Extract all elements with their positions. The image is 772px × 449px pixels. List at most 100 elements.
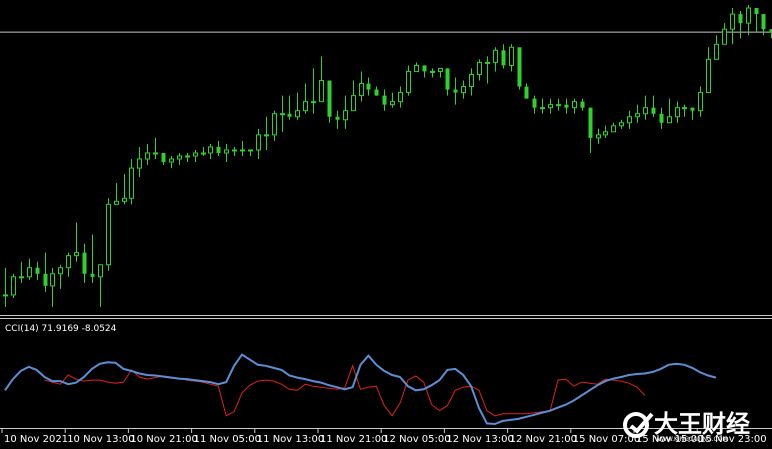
candle-body	[596, 134, 601, 139]
candle-body	[232, 149, 237, 152]
candle-body	[477, 61, 482, 75]
candle-body	[611, 125, 616, 133]
candle-body	[335, 116, 340, 120]
candle-body	[272, 113, 277, 136]
candle-body	[572, 101, 577, 109]
candle-body	[11, 276, 16, 296]
candle-body	[485, 61, 490, 64]
candle-body	[351, 95, 356, 112]
candle-body	[98, 264, 103, 278]
candle-body	[216, 146, 221, 153]
candle-body	[224, 149, 229, 154]
candle-body	[540, 107, 545, 110]
candle-body	[580, 101, 585, 108]
candle-body	[82, 252, 87, 274]
candle-body	[493, 49, 498, 63]
watermark-text: 大王财经	[654, 410, 750, 438]
candle-body	[248, 149, 253, 152]
candle-body	[27, 267, 32, 278]
candle-body	[469, 73, 474, 88]
candle-body	[374, 89, 379, 96]
candle-body	[35, 267, 40, 274]
time-tick-label: 12 Nov 21:00	[510, 434, 577, 445]
candle-body	[532, 98, 537, 108]
chart-background	[0, 0, 772, 449]
candle	[327, 80, 332, 123]
candle-body	[564, 104, 569, 108]
chart-canvas: CCI(14) 71.9169 -8.0524 10 Nov 2021 10 No…	[0, 0, 772, 449]
candle-body	[303, 101, 308, 112]
candle-body	[114, 200, 119, 205]
candle-body	[129, 167, 134, 199]
candle-body	[43, 273, 48, 286]
candle-body	[682, 107, 687, 110]
candle-body	[517, 47, 522, 87]
candle-body	[738, 14, 743, 24]
candle-body	[137, 158, 142, 169]
candle-body	[588, 107, 593, 138]
candle-body	[730, 13, 735, 30]
candle-body	[619, 122, 624, 127]
candle-body	[706, 58, 711, 94]
time-tick-label: 11 Nov 21:00	[320, 434, 387, 445]
candle-body	[509, 46, 514, 66]
candle-body	[501, 50, 506, 66]
candle-body	[698, 92, 703, 112]
time-tick-label: 11 Nov 05:00	[194, 434, 261, 445]
candle-body	[19, 276, 24, 279]
candle-body	[406, 70, 411, 94]
candle-body	[603, 131, 608, 136]
candle-body	[327, 80, 332, 117]
candle-body	[185, 155, 190, 158]
candle-body	[414, 64, 419, 72]
candle-body	[343, 110, 348, 121]
candle-body	[651, 107, 656, 114]
candle-body	[3, 294, 8, 297]
candle-body	[50, 273, 55, 287]
candle-body	[295, 110, 300, 118]
candle-body	[556, 104, 561, 107]
candle-body	[438, 67, 443, 72]
candle-body	[366, 83, 371, 90]
candle-body	[153, 152, 158, 155]
candle-body	[287, 113, 292, 117]
candle-body	[240, 149, 245, 152]
candle-body	[256, 134, 261, 151]
candle-body	[675, 107, 680, 118]
time-tick-label: 10 Nov 13:00	[67, 434, 134, 445]
candle-body	[445, 68, 450, 90]
time-tick-label: 12 Nov 13:00	[446, 434, 513, 445]
candle-body	[390, 101, 395, 106]
candle-body	[422, 65, 427, 72]
candle-body	[690, 107, 695, 111]
time-tick-label: 10 Nov 2021	[4, 434, 68, 445]
candle-body	[722, 28, 727, 45]
candle-body	[524, 86, 529, 99]
candle-body	[161, 152, 166, 163]
watermark-url: WWW.KINGCAIJING.COM	[655, 436, 728, 443]
candle-body	[643, 107, 648, 115]
candle-body	[461, 86, 466, 94]
candle-body	[659, 113, 664, 123]
candle-body	[169, 158, 174, 163]
candle-body	[667, 116, 672, 124]
candle-body	[453, 89, 458, 93]
candle-body	[319, 80, 324, 103]
candle	[106, 198, 111, 271]
candle	[517, 47, 522, 90]
candle-body	[264, 134, 269, 137]
candle-body	[754, 8, 759, 15]
candle-body	[714, 43, 719, 60]
candle-body	[90, 273, 95, 277]
candle-body	[398, 92, 403, 103]
candle-body	[635, 113, 640, 118]
candle-body	[382, 95, 387, 105]
cci-indicator-label: CCI(14) 71.9169 -8.0524	[5, 324, 117, 334]
candle-body	[74, 252, 79, 257]
candle-body	[201, 152, 206, 155]
candle-body	[548, 104, 553, 109]
candle-body	[311, 101, 316, 104]
candle-body	[761, 14, 766, 30]
candle-body	[746, 7, 751, 24]
candle-body	[58, 267, 63, 275]
